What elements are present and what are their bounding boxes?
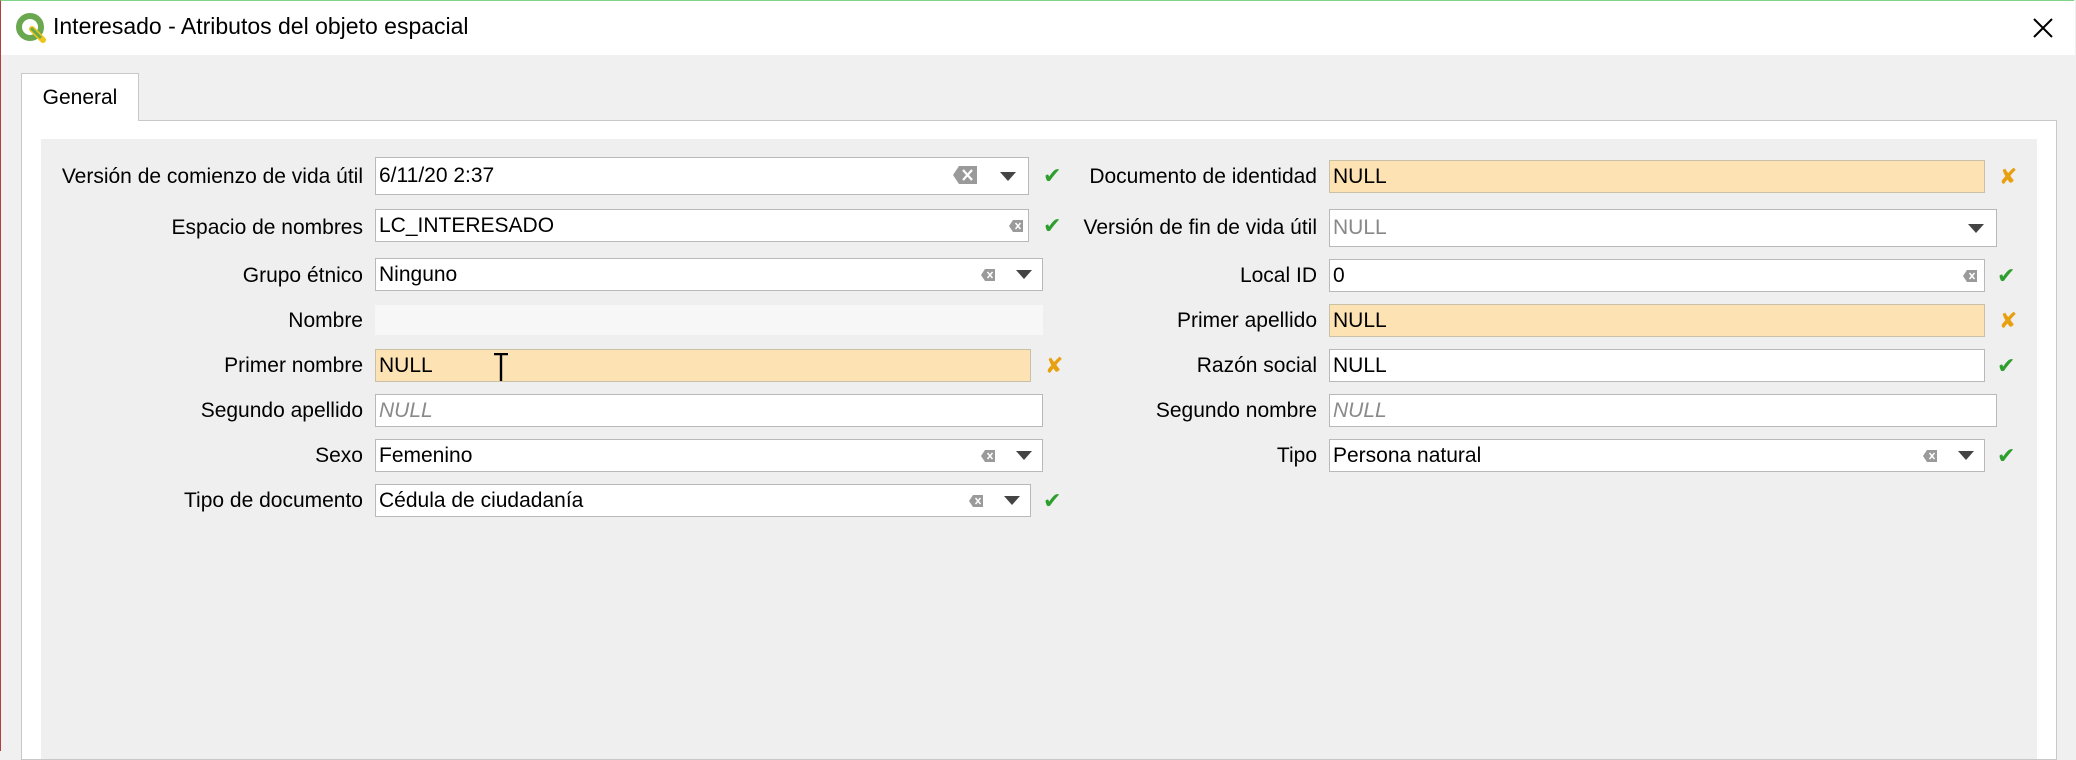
version-inicio-dropdown[interactable] bbox=[990, 158, 1025, 194]
espacio-nombres-value: LC_INTERESADO bbox=[379, 214, 555, 237]
razon-social-value: NULL bbox=[1333, 354, 1387, 377]
tipo-select[interactable]: Persona natural bbox=[1329, 439, 1985, 472]
tab-general[interactable]: General bbox=[21, 73, 139, 121]
label-tipo: Tipo bbox=[1276, 444, 1317, 467]
version-fin-datetime[interactable]: NULL bbox=[1329, 209, 1997, 247]
check-icon: ✔ bbox=[1997, 263, 2016, 288]
tipo-value: Persona natural bbox=[1333, 444, 1482, 467]
local-id-input[interactable]: 0 bbox=[1329, 259, 1985, 292]
clear-icon[interactable] bbox=[980, 449, 996, 463]
label-tipo-documento: Tipo de documento bbox=[183, 489, 363, 512]
warning-cross-icon: ✘ bbox=[1999, 164, 2018, 189]
local-id-value: 0 bbox=[1333, 264, 1345, 287]
documento-identidad-input[interactable]: NULL bbox=[1329, 160, 1985, 193]
sexo-dropdown[interactable] bbox=[1006, 440, 1041, 471]
label-primer-nombre: Primer nombre bbox=[224, 354, 363, 377]
label-grupo-etnico: Grupo étnico bbox=[242, 264, 363, 287]
label-primer-apellido: Primer apellido bbox=[1176, 309, 1317, 332]
label-nombre: Nombre bbox=[288, 309, 363, 332]
clear-icon[interactable] bbox=[1922, 449, 1938, 463]
version-fin-dropdown[interactable] bbox=[1958, 210, 1993, 246]
tipo-documento-dropdown[interactable] bbox=[994, 485, 1029, 516]
clear-icon[interactable] bbox=[1962, 269, 1978, 283]
version-fin-value: NULL bbox=[1333, 216, 1387, 239]
close-button[interactable] bbox=[2023, 9, 2063, 47]
nombre-field bbox=[375, 305, 1043, 335]
label-espacio-nombres: Espacio de nombres bbox=[171, 216, 363, 239]
primer-apellido-value: NULL bbox=[1333, 309, 1387, 332]
razon-social-input[interactable]: NULL bbox=[1329, 349, 1985, 382]
segundo-apellido-placeholder: NULL bbox=[379, 399, 433, 422]
chevron-down-icon bbox=[1016, 451, 1032, 460]
chevron-down-icon bbox=[1000, 171, 1016, 181]
primer-nombre-input[interactable]: NULL bbox=[375, 349, 1031, 382]
check-icon: ✔ bbox=[1997, 353, 2016, 378]
segundo-nombre-input[interactable]: NULL bbox=[1329, 394, 1997, 427]
clear-icon[interactable] bbox=[1008, 219, 1024, 233]
warning-cross-icon: ✘ bbox=[1999, 308, 2018, 333]
label-version-inicio: Versión de comienzo de vida útil bbox=[61, 165, 363, 188]
label-local-id: Local ID bbox=[1239, 264, 1317, 287]
label-razon-social: Razón social bbox=[1196, 354, 1317, 377]
tipo-documento-value: Cédula de ciudadanía bbox=[379, 489, 584, 512]
chevron-down-icon bbox=[1016, 270, 1032, 279]
version-inicio-datetime[interactable]: 6/11/20 2:37 bbox=[375, 157, 1029, 195]
check-icon: ✔ bbox=[1043, 488, 1062, 513]
sexo-value: Femenino bbox=[379, 444, 473, 467]
chevron-down-icon bbox=[1958, 451, 1974, 460]
title-bar: Interesado - Atributos del objeto espaci… bbox=[1, 1, 2075, 55]
sexo-select[interactable]: Femenino bbox=[375, 439, 1043, 472]
clear-icon[interactable] bbox=[968, 494, 984, 508]
tipo-dropdown[interactable] bbox=[1948, 440, 1983, 471]
grupo-etnico-select[interactable]: Ninguno bbox=[375, 258, 1043, 291]
check-icon: ✔ bbox=[1997, 443, 2016, 468]
clear-icon[interactable] bbox=[980, 268, 996, 282]
label-segundo-nombre: Segundo nombre bbox=[1155, 399, 1317, 422]
chevron-down-icon bbox=[1004, 496, 1020, 505]
segundo-apellido-input[interactable]: NULL bbox=[375, 394, 1043, 427]
dialog-window: Interesado - Atributos del objeto espaci… bbox=[0, 0, 2075, 760]
grupo-etnico-dropdown[interactable] bbox=[1006, 259, 1041, 290]
chevron-down-icon bbox=[1968, 223, 1984, 233]
window-title: Interesado - Atributos del objeto espaci… bbox=[53, 13, 469, 39]
label-documento-identidad: Documento de identidad bbox=[1089, 165, 1317, 188]
espacio-nombres-input[interactable]: LC_INTERESADO bbox=[375, 209, 1029, 242]
label-version-fin: Versión de fin de vida útil bbox=[1083, 216, 1317, 239]
segundo-nombre-placeholder: NULL bbox=[1333, 399, 1387, 422]
close-icon bbox=[2033, 18, 2053, 38]
primer-nombre-value: NULL bbox=[379, 354, 433, 377]
clear-icon[interactable] bbox=[952, 165, 978, 185]
label-sexo: Sexo bbox=[315, 444, 363, 467]
grupo-etnico-value: Ninguno bbox=[379, 263, 458, 286]
primer-apellido-input[interactable]: NULL bbox=[1329, 304, 1985, 337]
tipo-documento-select[interactable]: Cédula de ciudadanía bbox=[375, 484, 1031, 517]
version-inicio-value: 6/11/20 2:37 bbox=[379, 164, 495, 187]
text-cursor-icon bbox=[494, 353, 508, 381]
label-segundo-apellido: Segundo apellido bbox=[200, 399, 363, 422]
qgis-logo-icon bbox=[16, 13, 46, 43]
documento-identidad-value: NULL bbox=[1333, 165, 1387, 188]
